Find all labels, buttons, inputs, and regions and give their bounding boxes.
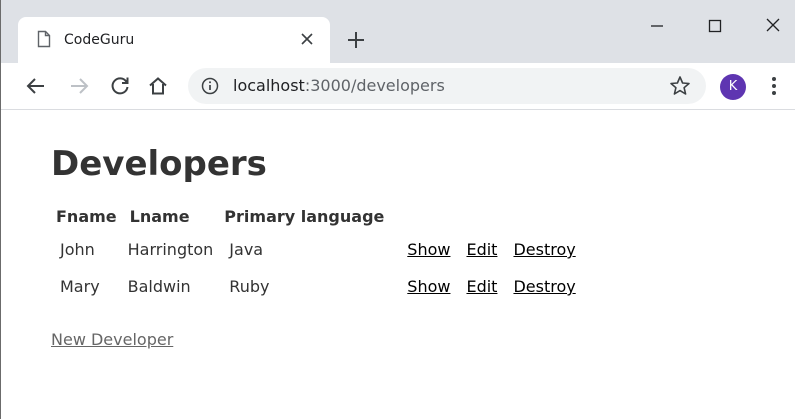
maximize-icon[interactable] [701,14,729,38]
browser-window: CodeGuru localhost:3000/developers K Dev… [0,0,795,419]
new-tab-plus-icon[interactable] [344,28,368,52]
tab-strip: CodeGuru [1,0,795,63]
column-header-primary-language: Primary language [224,206,385,226]
show-link[interactable]: Show [407,277,450,296]
close-window-icon[interactable] [759,14,787,38]
page-title: Developers [51,144,267,184]
column-header-empty [459,202,504,230]
developers-table: Fname Lname Primary language John Harrin… [51,200,585,306]
destroy-link[interactable]: Destroy [513,240,575,259]
table-row: John Harrington Java Show Edit Destroy [53,232,583,267]
cell-language: Java [229,240,264,259]
bookmark-star-icon[interactable] [668,74,692,98]
minimize-icon[interactable] [643,14,671,38]
cell-lname: Harrington [127,240,214,259]
cell-lname: Baldwin [127,277,191,296]
cell-fname: Mary [60,277,100,296]
column-header-lname: Lname [129,206,190,226]
kebab-menu-icon[interactable] [765,74,783,98]
column-header-fname: Fname [56,206,117,226]
cell-language: Ruby [229,277,270,296]
page-icon [37,30,51,48]
tab-codeguru[interactable]: CodeGuru [18,17,330,63]
url-host: localhost [233,76,305,95]
edit-link[interactable]: Edit [466,277,497,296]
info-icon[interactable] [201,77,219,95]
home-icon[interactable] [146,74,170,98]
reload-icon[interactable] [108,74,132,98]
table-row: Mary Baldwin Ruby Show Edit Destroy [53,269,583,304]
url-text[interactable]: localhost:3000/developers [233,76,445,96]
tab-close-icon[interactable] [297,29,317,49]
back-arrow-icon[interactable] [24,74,48,98]
table-header-row: Fname Lname Primary language [53,202,583,230]
page-content: Developers Fname Lname Primary language … [1,110,795,419]
edit-link[interactable]: Edit [466,240,497,259]
destroy-link[interactable]: Destroy [513,277,575,296]
url-path: :3000/developers [304,76,445,95]
column-header-empty [400,202,457,230]
tab-title: CodeGuru [64,32,135,48]
new-developer-link[interactable]: New Developer [51,330,173,349]
show-link[interactable]: Show [407,240,450,259]
forward-arrow-icon[interactable] [67,74,91,98]
cell-fname: John [60,240,95,259]
browser-toolbar: localhost:3000/developers K [1,63,795,110]
column-header-empty [506,202,582,230]
profile-avatar[interactable]: K [720,74,746,100]
address-bar[interactable]: localhost:3000/developers [188,68,706,104]
